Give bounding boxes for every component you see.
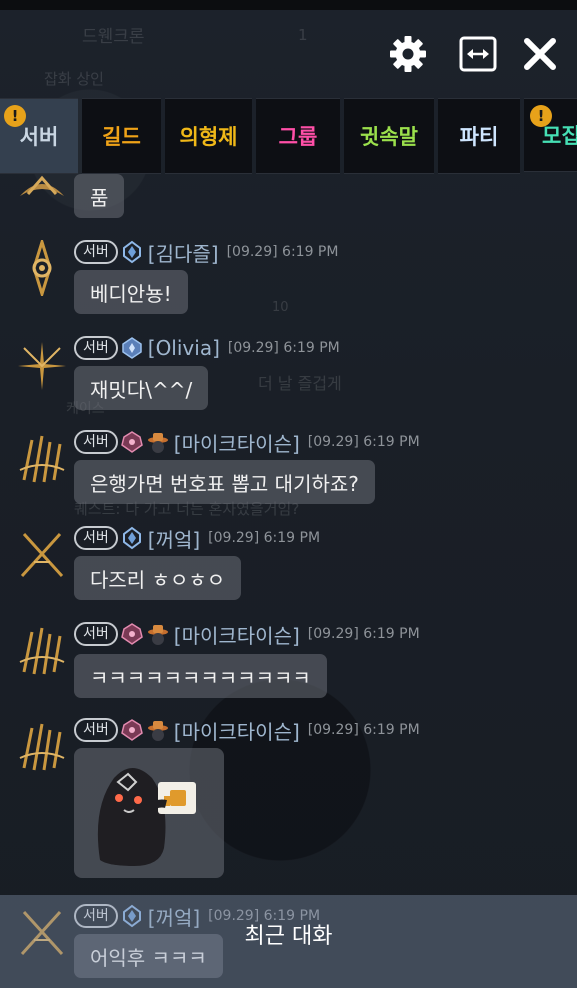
player-name[interactable]: [마이크타이슨] (174, 428, 300, 457)
rank-emblem-icon (122, 337, 142, 359)
sticker-message (74, 748, 224, 878)
message-bubble: 품 (74, 174, 125, 218)
timestamp: [09.29] 6:19 PM (307, 722, 420, 738)
close-button[interactable] (520, 34, 560, 74)
tab-brotherhood[interactable]: 의형제 (165, 98, 252, 174)
timestamp: [09.29] 6:19 PM (227, 340, 340, 356)
channel-badge: 서버 (74, 622, 118, 646)
class-emblem-icon (19, 627, 65, 675)
hat-emblem-icon (147, 433, 168, 453)
message-meta: 서버 [김다즐] [09.29] 6:19 PM (74, 238, 338, 266)
class-emblem-icon (20, 175, 64, 196)
alert-icon: ! (530, 105, 552, 127)
rank-emblem-icon (120, 431, 143, 453)
player-name[interactable]: [마이크타이슨] (174, 716, 300, 745)
channel-badge: 서버 (74, 718, 118, 742)
player-name[interactable]: [김다즐] (148, 238, 219, 267)
rank-emblem-icon (122, 526, 141, 550)
message-meta: 서버 [마이크타이슨] [09.29] 6:19 PM (74, 428, 420, 456)
bg-number-text: 10 (272, 300, 289, 315)
top-strip (0, 0, 577, 10)
tab-recruit[interactable]: 모집 ! (524, 98, 577, 172)
player-name[interactable]: [마이크타이슨] (174, 620, 300, 649)
tab-label: 그룹 (278, 125, 318, 149)
message-bubble: 다즈리 ㅎㅇㅎㅇ (74, 556, 242, 600)
tab-group[interactable]: 그룹 (256, 98, 340, 174)
player-name[interactable]: [Olivia] (148, 336, 220, 360)
message-bubble: 은행가면 번호표 뽑고 대기하죠? (74, 460, 375, 504)
alert-icon: ! (4, 105, 26, 127)
bg-hint-text: 더 날 즐겁게 (258, 374, 342, 393)
class-emblem-icon (32, 240, 52, 296)
message-meta: 서버 [Olivia] [09.29] 6:19 PM (74, 334, 340, 362)
ghost-thumbs-up-sticker (97, 768, 196, 866)
tab-guild[interactable]: 길드 (82, 98, 161, 174)
bg-number-text: 1 (298, 26, 308, 44)
message-bubble: ㅋㅋㅋㅋㅋㅋㅋㅋㅋㅋㅋㅋ (74, 654, 327, 698)
rank-emblem-icon (122, 240, 141, 264)
class-emblem-icon (18, 342, 66, 390)
resize-horizontal-icon (459, 36, 497, 72)
timestamp: [09.29] 6:19 PM (208, 530, 321, 546)
channel-badge: 서버 (74, 240, 118, 264)
tab-label: 파티 (459, 125, 499, 149)
rank-emblem-icon (120, 719, 143, 741)
tab-party[interactable]: 파티 (438, 98, 520, 174)
recent-chat-label: 최근 대화 (244, 924, 333, 949)
resize-button[interactable] (458, 34, 498, 74)
channel-badge: 서버 (74, 526, 118, 550)
tab-whisper[interactable]: 귓속말 (344, 98, 434, 174)
class-emblem-icon (19, 723, 65, 771)
gear-icon (390, 36, 426, 72)
message-bubble: 재밋다\^^/ (74, 366, 209, 410)
tab-label: 길드 (102, 125, 141, 149)
message-meta: 서버 [마이크타이슨] [09.29] 6:19 PM (74, 716, 420, 744)
hat-emblem-icon (147, 721, 168, 741)
settings-button[interactable] (388, 34, 428, 74)
tab-label: 서버 (19, 125, 59, 149)
message-meta: 서버 [마이크타이슨] [09.29] 6:19 PM (74, 620, 420, 648)
message-meta: 서버 [꺼엌] [09.29] 6:19 PM (74, 524, 320, 552)
close-icon (524, 38, 556, 70)
message-bubble: 베디안뇽! (74, 270, 188, 314)
class-emblem-icon (20, 532, 64, 578)
bg-title-text: 드웬크론 (82, 27, 145, 47)
bg-npc-text: 잡화 상인 (44, 70, 104, 88)
channel-badge: 서버 (74, 430, 118, 454)
timestamp: [09.29] 6:19 PM (307, 434, 420, 450)
channel-badge: 서버 (74, 336, 118, 360)
hat-emblem-icon (147, 625, 168, 645)
tab-server[interactable]: 서버 ! (0, 98, 78, 174)
tab-label: 의형제 (179, 125, 238, 149)
player-name[interactable]: [꺼엌] (148, 524, 200, 553)
class-emblem-icon (19, 435, 65, 483)
chat-tabs: 서버 ! 길드 의형제 그룹 귓속말 파티 모집 ! (0, 98, 577, 174)
tab-label: 귓속말 (360, 125, 418, 149)
rank-emblem-icon (120, 623, 143, 645)
timestamp: [09.29] 6:19 PM (226, 244, 339, 260)
timestamp: [09.29] 6:19 PM (307, 626, 420, 642)
